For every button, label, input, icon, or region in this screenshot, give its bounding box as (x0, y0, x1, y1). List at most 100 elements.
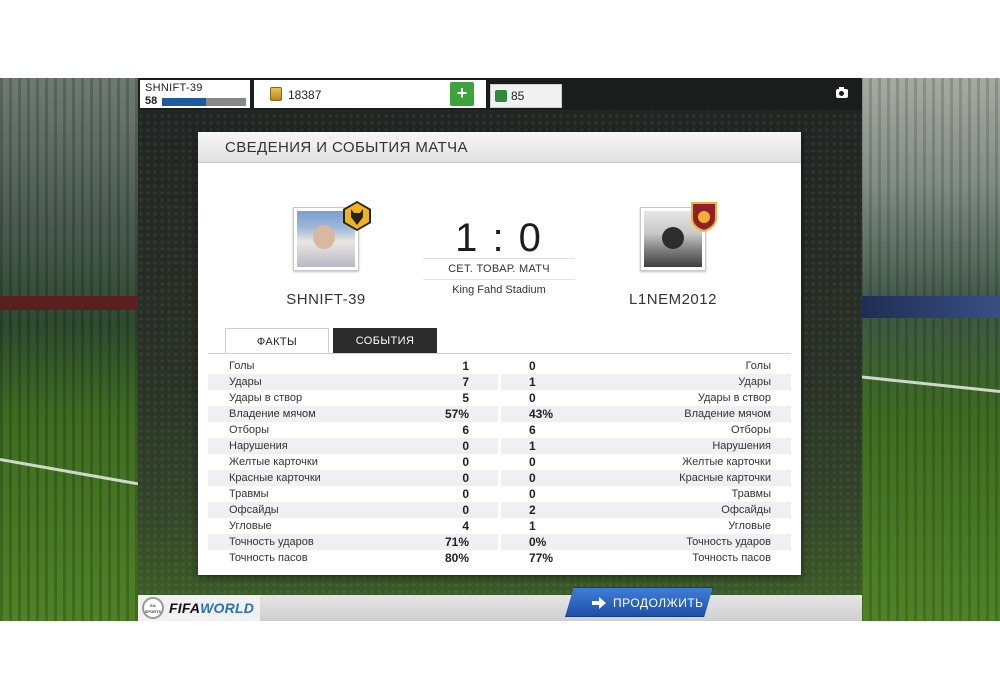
top-bar: SHNIFT-39 58 18387 85 + (138, 78, 862, 110)
stat-home-half: Нарушения 0 (208, 438, 498, 454)
stat-label-away: Офсайды (721, 504, 771, 516)
match-type: СЕТ. ТОВАР. МАТЧ (423, 258, 575, 280)
stat-home-half: Офсайды 0 (208, 502, 498, 518)
points-icon (495, 90, 507, 102)
stadium-background-right (860, 78, 1000, 621)
camera-icon[interactable] (836, 87, 848, 98)
coin-icon (270, 87, 282, 101)
stat-value-home: 1 (462, 359, 469, 373)
stat-home-half: Владение мячом 57% (208, 406, 498, 422)
stat-row: Точность пасов 80% 77% Точность пасов (208, 550, 791, 566)
stat-label-away: Точность пасов (692, 552, 771, 564)
stat-home-half: Угловые 4 (208, 518, 498, 534)
stat-value-home: 5 (462, 391, 469, 405)
away-team: L1NEM2012 (593, 202, 753, 308)
stat-away-half: 2 Офсайды (501, 502, 791, 518)
stat-away-half: 43% Владение мячом (501, 406, 791, 422)
stat-label-home: Угловые (229, 520, 272, 532)
game-screen: SHNIFT-39 58 18387 85 + СВЕДЕНИЯ И СОБЫТ… (0, 78, 1000, 621)
stat-value-away: 1 (529, 519, 536, 533)
stadium-background-left (0, 78, 140, 621)
ea-sports-icon: EA SPORTS (142, 597, 164, 619)
match-details-panel: СВЕДЕНИЯ И СОБЫТИЯ МАТЧА SHNIFT-39 1 : 0… (198, 132, 801, 575)
stat-home-half: Красные карточки 0 (208, 470, 498, 486)
stat-label-away: Угловые (728, 520, 771, 532)
stat-home-half: Удары 7 (208, 374, 498, 390)
ad-board-left (0, 296, 140, 310)
coins-value: 18387 (288, 88, 322, 102)
stat-label-home: Точность ударов (229, 536, 314, 548)
continue-button[interactable]: ПРОДОЛЖИТЬ (565, 587, 713, 617)
home-team-name: SHNIFT-39 (286, 291, 366, 308)
user-profile[interactable]: SHNIFT-39 58 (140, 80, 250, 108)
continue-button-label: ПРОДОЛЖИТЬ (613, 596, 704, 610)
stat-row: Красные карточки 0 0 Красные карточки (208, 470, 791, 486)
stat-label-away: Нарушения (712, 440, 771, 452)
fifa-points-value: 85 (511, 89, 525, 103)
stat-value-away: 0% (529, 535, 547, 549)
add-points-button[interactable]: + (450, 82, 474, 106)
stat-home-half: Голы 1 (208, 358, 498, 374)
home-avatar (293, 201, 371, 271)
stat-home-half: Желтые карточки 0 (208, 454, 498, 470)
stat-value-away: 0 (529, 359, 536, 373)
stat-value-home: 0 (462, 471, 469, 485)
stats-table: Голы 1 0 Голы Удары 7 1 Удары Удары в створ 5 0 Уда… (208, 358, 791, 566)
stat-value-home: 6 (462, 423, 469, 437)
stat-row: Удары в створ 5 0 Удары в створ (208, 390, 791, 406)
stat-value-away: 0 (529, 455, 536, 469)
stat-value-away: 77% (529, 551, 554, 565)
away-avatar (640, 202, 717, 271)
stat-row: Нарушения 0 1 Нарушения (208, 438, 791, 454)
stat-label-home: Желтые карточки (229, 456, 318, 468)
fifa-wordmark: FIFA (169, 600, 201, 616)
stat-row: Желтые карточки 0 0 Желтые карточки (208, 454, 791, 470)
stat-label-away: Красные карточки (679, 472, 771, 484)
stat-home-half: Точность ударов 71% (208, 534, 498, 550)
stat-value-away: 1 (529, 439, 536, 453)
wolves-badge-icon (343, 201, 371, 231)
roma-badge-icon (691, 202, 717, 232)
stat-label-away: Удары в створ (697, 392, 771, 404)
stat-away-half: 1 Угловые (501, 518, 791, 534)
stat-value-away: 6 (529, 423, 536, 437)
stat-label-away: Желтые карточки (682, 456, 771, 468)
world-wordmark: WORLD (200, 600, 255, 616)
stat-value-away: 0 (529, 487, 536, 501)
stat-label-away: Удары (738, 376, 771, 388)
username: SHNIFT-39 (145, 82, 203, 94)
fifa-world-logo: EA SPORTS FIFAWORLD (138, 595, 260, 621)
tab-facts[interactable]: ФАКТЫ (225, 328, 329, 354)
stat-away-half: 0 Красные карточки (501, 470, 791, 486)
main-area: SHNIFT-39 58 18387 85 + СВЕДЕНИЯ И СОБЫТ… (138, 78, 862, 621)
arrow-right-icon (592, 597, 606, 609)
stat-value-home: 0 (462, 503, 469, 517)
fifa-points: 85 (490, 84, 562, 108)
panel-title: СВЕДЕНИЯ И СОБЫТИЯ МАТЧА (225, 139, 468, 156)
panel-header: СВЕДЕНИЯ И СОБЫТИЯ МАТЧА (198, 132, 801, 163)
stat-label-away: Травмы (731, 488, 771, 500)
stat-label-home: Отборы (229, 424, 270, 436)
stat-value-away: 0 (529, 391, 536, 405)
stat-row: Голы 1 0 Голы (208, 358, 791, 374)
stat-label-home: Владение мячом (229, 408, 316, 420)
stat-home-half: Удары в створ 5 (208, 390, 498, 406)
stat-label-home: Красные карточки (229, 472, 321, 484)
stat-away-half: 0 Желтые карточки (501, 454, 791, 470)
tab-events[interactable]: СОБЫТИЯ (333, 328, 437, 354)
stat-value-away: 0 (529, 471, 536, 485)
stat-value-home: 71% (444, 535, 469, 549)
stat-away-half: 0% Точность ударов (501, 534, 791, 550)
home-team: SHNIFT-39 (246, 201, 406, 308)
stat-label-away: Точность ударов (686, 536, 771, 548)
stat-label-home: Точность пасов (229, 552, 308, 564)
stat-value-home: 0 (462, 439, 469, 453)
stat-value-home: 80% (444, 551, 469, 565)
stat-label-away: Голы (745, 360, 771, 372)
stat-away-half: 77% Точность пасов (501, 550, 791, 566)
stat-label-home: Нарушения (229, 440, 288, 452)
stat-value-home: 7 (462, 375, 469, 389)
away-team-name: L1NEM2012 (629, 291, 717, 308)
stat-row: Офсайды 0 2 Офсайды (208, 502, 791, 518)
stadium-name: King Fahd Stadium (452, 284, 546, 296)
